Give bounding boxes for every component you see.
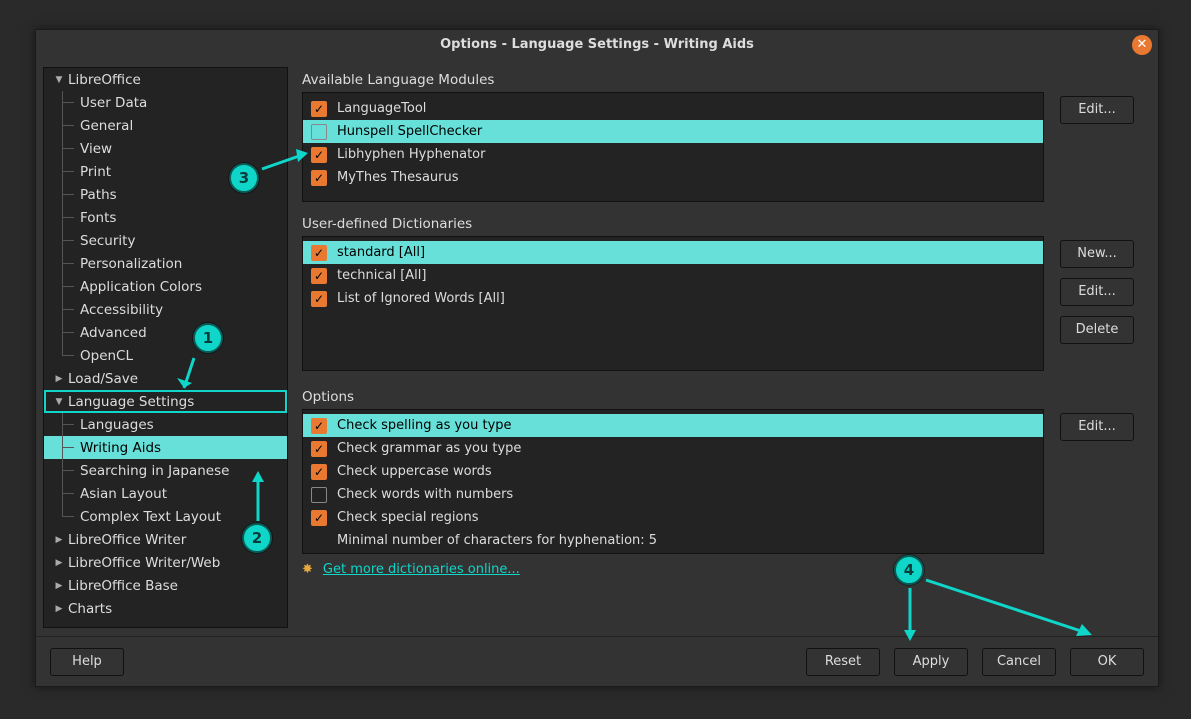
cancel-button[interactable]: Cancel [982,648,1056,676]
reset-button[interactable]: Reset [806,648,880,676]
tree-load-save[interactable]: ▶Load/Save [44,367,287,390]
titlebar: Options - Language Settings - Writing Ai… [36,30,1158,60]
tree-writer[interactable]: ▶LibreOffice Writer [44,528,287,551]
options-label: Options [302,389,1144,405]
tree-searching-jp[interactable]: Searching in Japanese [44,459,287,482]
checkbox-icon[interactable]: ✓ [311,418,327,434]
close-icon[interactable]: ✕ [1132,35,1152,55]
dict-ignored-words[interactable]: ✓List of Ignored Words [All] [303,287,1043,310]
checkbox-icon[interactable]: ✓ [311,170,327,186]
dicts-edit-button[interactable]: Edit... [1060,278,1134,306]
module-hunspell[interactable]: Hunspell SpellChecker [303,120,1043,143]
opt-check-spelling[interactable]: ✓Check spelling as you type [303,414,1043,437]
checkbox-icon[interactable]: ✓ [311,101,327,117]
tree-paths[interactable]: Paths [44,183,287,206]
dialog-footer: Help Reset Apply Cancel OK [36,636,1158,686]
tree-accessibility[interactable]: Accessibility [44,298,287,321]
opt-check-special[interactable]: ✓Check special regions [303,506,1043,529]
modules-list[interactable]: ✓LanguageTool Hunspell SpellChecker ✓Lib… [302,92,1044,202]
tree-personalization[interactable]: Personalization [44,252,287,275]
modules-edit-button[interactable]: Edit... [1060,96,1134,124]
tree-opencl[interactable]: OpenCL [44,344,287,367]
dicts-list[interactable]: ✓standard [All] ✓technical [All] ✓List o… [302,236,1044,371]
get-dictionaries-link[interactable]: Get more dictionaries online... [323,562,520,577]
opt-check-numbers[interactable]: Check words with numbers [303,483,1043,506]
module-libhyphen[interactable]: ✓Libhyphen Hyphenator [303,143,1043,166]
checkbox-icon[interactable]: ✓ [311,291,327,307]
checkbox-icon[interactable]: ✓ [311,245,327,261]
nav-tree[interactable]: ▼LibreOffice User Data General View Prin… [43,67,288,628]
dicts-delete-button[interactable]: Delete [1060,316,1134,344]
checkbox-icon[interactable]: ✓ [311,510,327,526]
checkbox-icon[interactable]: ✓ [311,441,327,457]
main-panel: Available Language Modules ✓LanguageTool… [288,60,1158,628]
dicts-new-button[interactable]: New... [1060,240,1134,268]
tree-general[interactable]: General [44,114,287,137]
tree-user-data[interactable]: User Data [44,91,287,114]
options-dialog: Options - Language Settings - Writing Ai… [35,29,1159,687]
dicts-label: User-defined Dictionaries [302,216,1144,232]
tree-charts[interactable]: ▶Charts [44,597,287,620]
tree-fonts[interactable]: Fonts [44,206,287,229]
checkbox-icon[interactable]: ✓ [311,464,327,480]
options-edit-button[interactable]: Edit... [1060,413,1134,441]
checkbox-icon[interactable]: ✓ [311,147,327,163]
tree-asian-layout[interactable]: Asian Layout [44,482,287,505]
dict-standard[interactable]: ✓standard [All] [303,241,1043,264]
dict-technical[interactable]: ✓technical [All] [303,264,1043,287]
options-list[interactable]: ✓Check spelling as you type ✓Check gramm… [302,409,1044,554]
dialog-title: Options - Language Settings - Writing Ai… [440,37,754,52]
module-mythes[interactable]: ✓MyThes Thesaurus [303,166,1043,189]
tree-complex-text-layout[interactable]: Complex Text Layout [44,505,287,528]
tree-base[interactable]: ▶LibreOffice Base [44,574,287,597]
checkbox-icon[interactable] [311,124,327,140]
help-button[interactable]: Help [50,648,124,676]
modules-label: Available Language Modules [302,72,1144,88]
new-extension-icon: ✸ [302,562,313,577]
ok-button[interactable]: OK [1070,648,1144,676]
tree-language-settings[interactable]: ▼Language Settings [44,390,287,413]
tree-writer-web[interactable]: ▶LibreOffice Writer/Web [44,551,287,574]
opt-check-grammar[interactable]: ✓Check grammar as you type [303,437,1043,460]
tree-libreoffice[interactable]: ▼LibreOffice [44,68,287,91]
tree-app-colors[interactable]: Application Colors [44,275,287,298]
opt-chars-before-break[interactable]: Characters before line break: 2 [303,552,1043,554]
tree-print[interactable]: Print [44,160,287,183]
tree-languages[interactable]: Languages [44,413,287,436]
tree-view[interactable]: View [44,137,287,160]
apply-button[interactable]: Apply [894,648,968,676]
tree-writing-aids[interactable]: Writing Aids [44,436,287,459]
module-languagetool[interactable]: ✓LanguageTool [303,97,1043,120]
tree-security[interactable]: Security [44,229,287,252]
tree-advanced[interactable]: Advanced [44,321,287,344]
checkbox-icon[interactable]: ✓ [311,268,327,284]
checkbox-icon[interactable] [311,487,327,503]
opt-check-uppercase[interactable]: ✓Check uppercase words [303,460,1043,483]
opt-min-hyphen[interactable]: Minimal number of characters for hyphena… [303,529,1043,552]
